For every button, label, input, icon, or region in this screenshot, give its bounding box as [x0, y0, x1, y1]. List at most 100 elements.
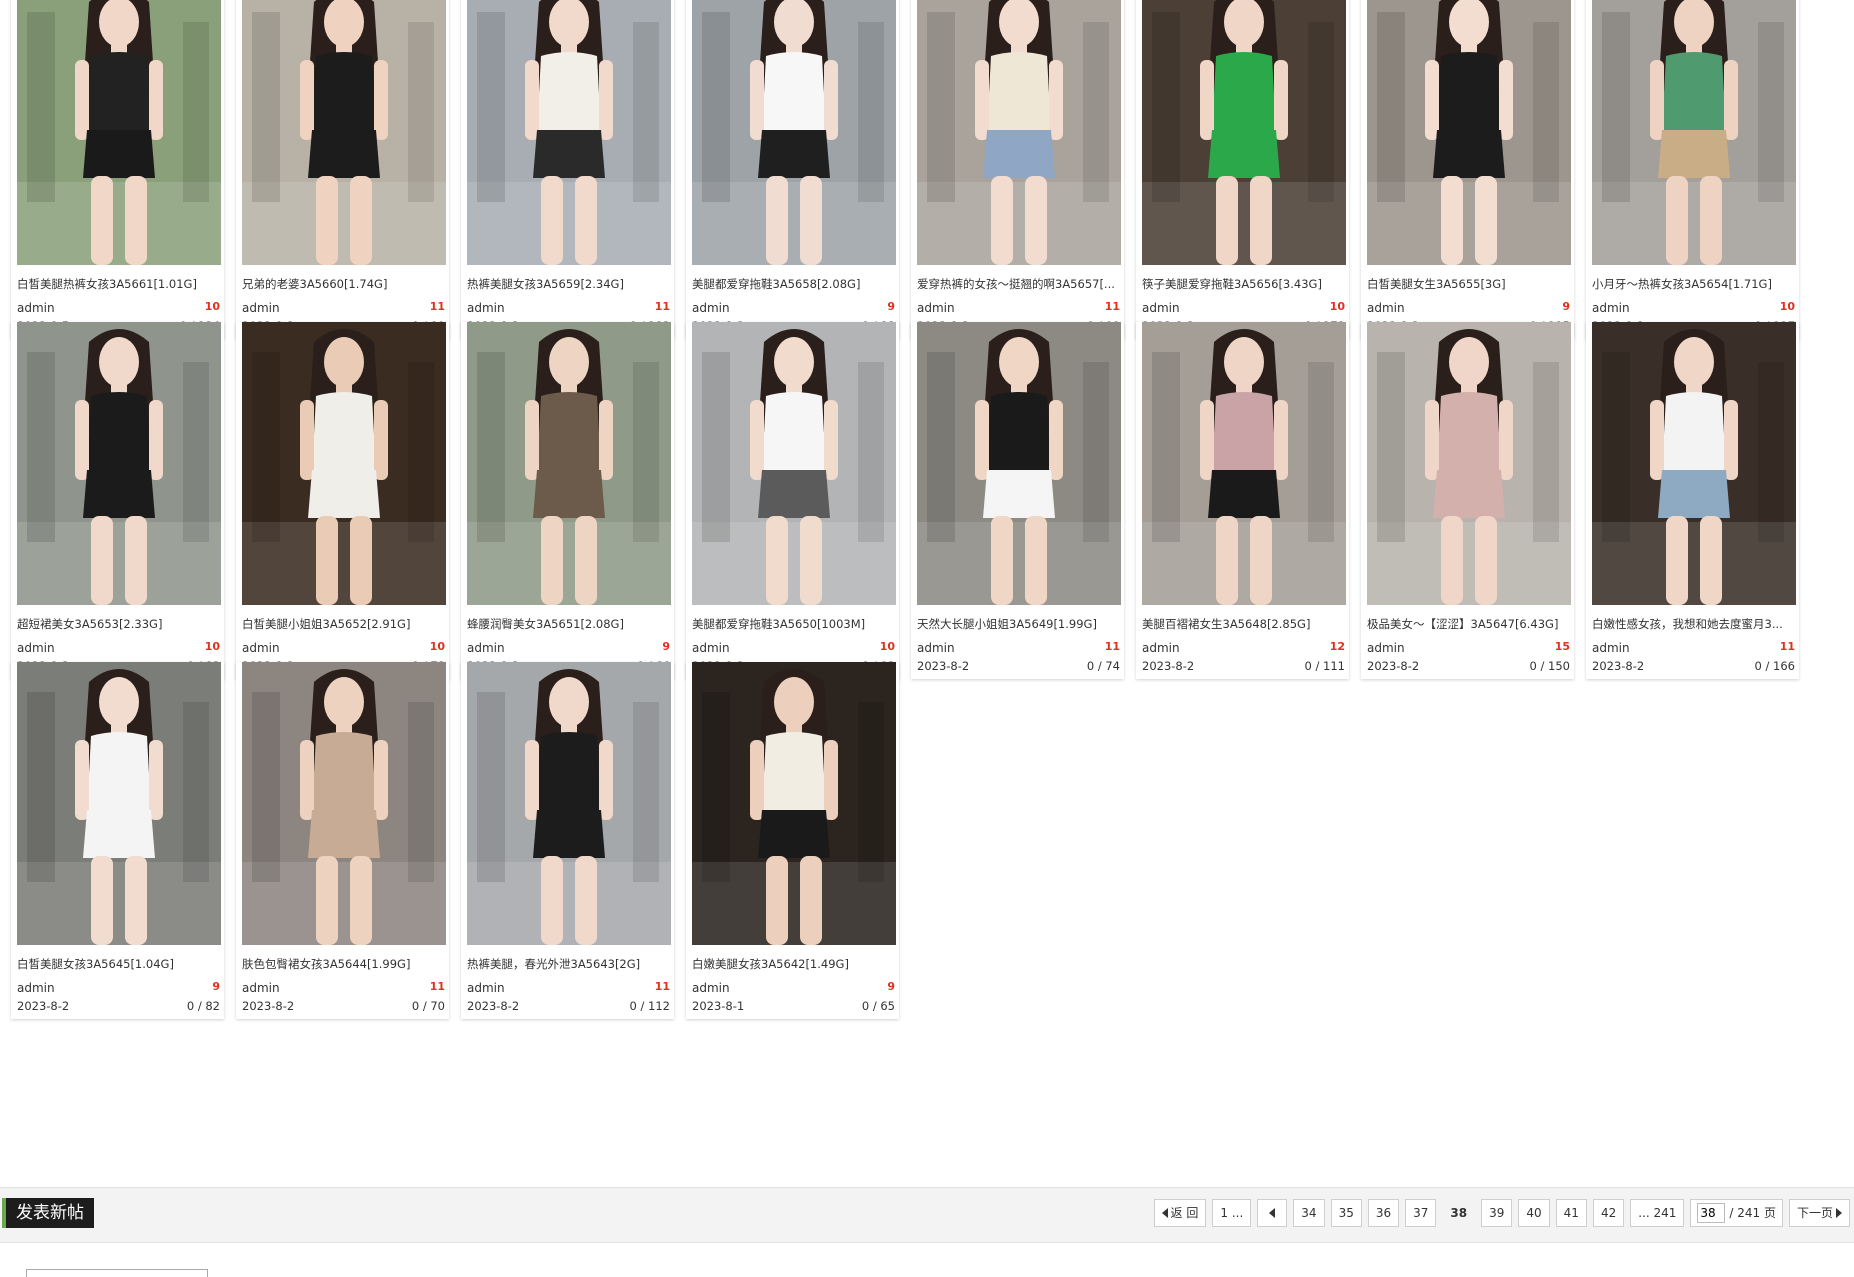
- thread-card[interactable]: 蜂腰润臀美女3A5651[2.08G]admin92023-8-20 / 66: [461, 322, 674, 679]
- thread-title[interactable]: 白皙美腿女孩3A5645[1.04G]: [17, 956, 221, 972]
- thread-thumbnail[interactable]: [242, 322, 446, 605]
- reply-count: 11: [654, 980, 670, 993]
- thread-title[interactable]: 兄弟的老婆3A5660[1.74G]: [242, 276, 446, 292]
- page-number[interactable]: 36: [1367, 1199, 1400, 1227]
- thread-title[interactable]: 小月牙～热裤女孩3A5654[1.71G]: [1592, 276, 1796, 292]
- thread-card[interactable]: 白皙美腿小姐姐3A5652[2.91G]admin102023-8-20 / 7…: [236, 322, 449, 679]
- thread-card[interactable]: 热裤美腿女孩3A5659[2.34G]admin112023-8-30 / 18…: [461, 0, 674, 339]
- page-last[interactable]: ... 241: [1630, 1199, 1685, 1227]
- thread-thumbnail[interactable]: [17, 322, 221, 605]
- thread-author: admin: [692, 641, 730, 655]
- thread-title[interactable]: 热裤美腿女孩3A5659[2.34G]: [467, 276, 671, 292]
- thread-title[interactable]: 美腿百褶裙女生3A5648[2.85G]: [1142, 616, 1346, 632]
- page-first[interactable]: 1 ...: [1212, 1199, 1252, 1227]
- reply-count: 9: [662, 640, 670, 653]
- thread-card[interactable]: 美腿都爱穿拖鞋3A5650[1003M]admin102023-8-20 / 8…: [686, 322, 899, 679]
- thread-thumbnail[interactable]: [17, 0, 221, 265]
- thread-card[interactable]: 热裤美腿，春光外泄3A5643[2G] admin 11 2023-8-2 0 / 11…: [461, 662, 674, 1019]
- thread-card[interactable]: 爱穿热裤的女孩～挺翘的啊3A5657[...admin112023-8-30 /…: [911, 0, 1124, 339]
- chevron-right-icon: [1836, 1208, 1842, 1218]
- page-number[interactable]: 42: [1592, 1199, 1625, 1227]
- next-page-button[interactable]: 下一页: [1788, 1199, 1850, 1227]
- thread-card[interactable]: 小月牙～热裤女孩3A5654[1.71G]admin102023-8-20 / …: [1586, 0, 1799, 339]
- thread-thumbnail[interactable]: [1367, 322, 1571, 605]
- thread-card[interactable]: 白嫩性感女孩，我想和她去度蜜月3... admin 11 2023-8-2 0 / 16…: [1586, 322, 1799, 679]
- footer: [0, 1243, 1854, 1277]
- footer-textbox[interactable]: [26, 1269, 208, 1277]
- prev-page-button[interactable]: [1257, 1199, 1288, 1227]
- reply-count: 10: [879, 640, 895, 653]
- thread-title[interactable]: 热裤美腿，春光外泄3A5643[2G]: [467, 956, 671, 972]
- thread-title[interactable]: 美腿都爱穿拖鞋3A5658[2.08G]: [692, 276, 896, 292]
- thread-card[interactable]: 天然大长腿小姐姐3A5649[1.99G] admin 11 2023-8-2 0 / …: [911, 322, 1124, 679]
- thread-title[interactable]: 超短裙美女3A5653[2.33G]: [17, 616, 221, 632]
- page-number[interactable]: 40: [1518, 1199, 1550, 1227]
- page-number[interactable]: 37: [1405, 1199, 1437, 1227]
- reply-count: 11: [1104, 300, 1120, 313]
- thread-thumbnail[interactable]: [692, 662, 896, 945]
- thread-author: admin: [1367, 301, 1405, 315]
- reply-count: 9: [212, 980, 220, 993]
- thread-author: admin: [1592, 641, 1630, 655]
- thread-thumbnail[interactable]: [692, 0, 896, 265]
- page-jump-input[interactable]: [1697, 1203, 1726, 1223]
- thread-card[interactable]: 超短裙美女3A5653[2.33G]admin102023-8-20 / 83: [11, 322, 224, 679]
- thread-thumbnail[interactable]: [467, 0, 671, 265]
- pagination: 返 回 1 ... 34 35 36 37 38 39 40 41 42 ...…: [1153, 1199, 1850, 1227]
- thread-title[interactable]: 极品美女～【涩涩】3A5647[6.43G]: [1367, 616, 1571, 632]
- thread-thumbnail[interactable]: [1367, 0, 1571, 265]
- thread-thumbnail[interactable]: [242, 0, 446, 265]
- thread-thumbnail[interactable]: [467, 662, 671, 945]
- thread-thumbnail[interactable]: [692, 322, 896, 605]
- reply-count: 11: [654, 300, 670, 313]
- photo-image: [1142, 0, 1346, 265]
- thread-title[interactable]: 白皙美腿女生3A5655[3G]: [1367, 276, 1571, 292]
- thread-card[interactable]: 筷子美腿爱穿拖鞋3A5656[3.43G]admin102023-8-30 / …: [1136, 0, 1349, 339]
- thread-thumbnail[interactable]: [467, 322, 671, 605]
- thread-title[interactable]: 筷子美腿爱穿拖鞋3A5656[3.43G]: [1142, 276, 1346, 292]
- page-number[interactable]: 34: [1293, 1199, 1325, 1227]
- page-number[interactable]: 35: [1330, 1199, 1362, 1227]
- thread-card[interactable]: 极品美女～【涩涩】3A5647[6.43G] admin 15 2023-8-2 0 /…: [1361, 322, 1574, 679]
- thread-title[interactable]: 爱穿热裤的女孩～挺翘的啊3A5657[...: [917, 276, 1121, 292]
- thread-title[interactable]: 肤色包臀裙女孩3A5644[1.99G]: [242, 956, 446, 972]
- thread-date: 2023-8-2: [242, 999, 295, 1013]
- back-button[interactable]: 返 回: [1153, 1199, 1207, 1227]
- thread-card[interactable]: 白皙美腿热裤女孩3A5661[1.01G]admin102023-8-50 / …: [11, 0, 224, 339]
- thread-thumbnail[interactable]: [917, 0, 1121, 265]
- thread-card[interactable]: 肤色包臀裙女孩3A5644[1.99G] admin 11 2023-8-2 0 / 7…: [236, 662, 449, 1019]
- thread-title[interactable]: 白皙美腿小姐姐3A5652[2.91G]: [242, 616, 446, 632]
- thread-author: admin: [17, 301, 55, 315]
- thread-thumbnail[interactable]: [1592, 0, 1796, 265]
- thread-date: 2023-8-2: [1367, 659, 1420, 673]
- thread-title[interactable]: 天然大长腿小姐姐3A5649[1.99G]: [917, 616, 1121, 632]
- view-stats: 0 / 82: [186, 999, 220, 1013]
- thread-author: admin: [692, 981, 730, 995]
- thread-title[interactable]: 白嫩美腿女孩3A5642[1.49G]: [692, 956, 896, 972]
- page-number[interactable]: 39: [1481, 1199, 1513, 1227]
- thread-card[interactable]: 兄弟的老婆3A5660[1.74G]admin112023-8-30 / 89: [236, 0, 449, 339]
- reply-count: 10: [204, 300, 220, 313]
- thread-thumbnail[interactable]: [1592, 322, 1796, 605]
- page-number[interactable]: 41: [1555, 1199, 1587, 1227]
- thread-card[interactable]: 白皙美腿女生3A5655[3G]admin92023-8-20 / 115: [1361, 0, 1574, 339]
- photo-image: [17, 0, 221, 265]
- thread-thumbnail[interactable]: [17, 662, 221, 945]
- reply-count: 15: [1554, 640, 1570, 653]
- new-post-button[interactable]: 发表新帖: [2, 1198, 94, 1228]
- thread-thumbnail[interactable]: [1142, 0, 1346, 265]
- thread-title[interactable]: 蜂腰润臀美女3A5651[2.08G]: [467, 616, 671, 632]
- thread-title[interactable]: 白皙美腿热裤女孩3A5661[1.01G]: [17, 276, 221, 292]
- thread-thumbnail[interactable]: [1142, 322, 1346, 605]
- thread-card[interactable]: 美腿都爱穿拖鞋3A5658[2.08G]admin92023-8-30 / 88: [686, 0, 899, 339]
- thread-card[interactable]: 美腿百褶裙女生3A5648[2.85G] admin 12 2023-8-2 0 / 1…: [1136, 322, 1349, 679]
- thread-date: 2023-8-2: [917, 659, 970, 673]
- thread-title[interactable]: 白嫩性感女孩，我想和她去度蜜月3...: [1592, 616, 1796, 632]
- thread-title[interactable]: 美腿都爱穿拖鞋3A5650[1003M]: [692, 616, 896, 632]
- reply-count: 11: [429, 300, 445, 313]
- photo-image: [1367, 0, 1571, 265]
- thread-thumbnail[interactable]: [242, 662, 446, 945]
- thread-card[interactable]: 白皙美腿女孩3A5645[1.04G] admin 9 2023-8-2 0 / 82: [11, 662, 224, 1019]
- thread-card[interactable]: 白嫩美腿女孩3A5642[1.49G] admin 9 2023-8-1 0 / 65: [686, 662, 899, 1019]
- thread-thumbnail[interactable]: [917, 322, 1121, 605]
